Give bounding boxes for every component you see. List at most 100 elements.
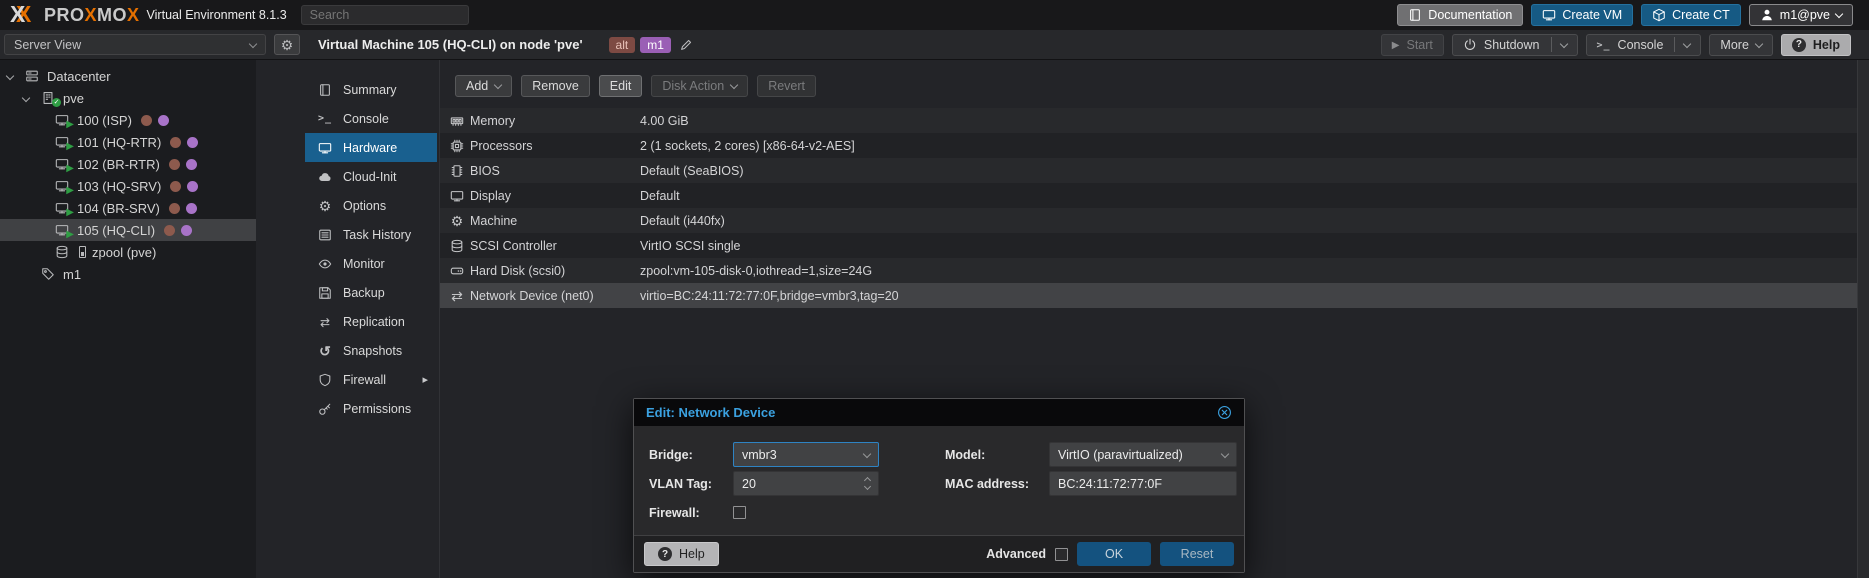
tab-firewall[interactable]: Firewall (305, 365, 437, 394)
book-icon (317, 83, 333, 97)
table-row-processors[interactable]: Processors 2 (1 sockets, 2 cores) [x86-6… (440, 133, 1857, 158)
tag-dot-m1 (158, 115, 169, 126)
tree-item-vm-100[interactable]: 100 (ISP) (0, 109, 256, 131)
tree-item-vm-105-selected[interactable]: 105 (HQ-CLI) (0, 219, 256, 241)
gear-icon (317, 199, 333, 213)
chevron-down-icon[interactable] (1683, 39, 1691, 47)
hdd-icon (444, 264, 470, 278)
running-icon (66, 182, 74, 196)
storage-usage-icon (79, 246, 86, 258)
settings-gear-button[interactable] (274, 34, 300, 55)
vm-nav-menu: Summary Console Hardware Cloud-Init Opti… (305, 60, 437, 423)
edit-tags-button[interactable] (679, 38, 693, 52)
table-row-scsi-controller[interactable]: SCSI Controller VirtIO SCSI single (440, 233, 1857, 258)
tag-dot-alt (164, 225, 175, 236)
chevron-down-icon[interactable] (1559, 39, 1567, 47)
tree-item-datacenter[interactable]: Datacenter (0, 65, 256, 87)
proxmox-logo-icon: X X (10, 3, 42, 27)
add-button[interactable]: Add (455, 75, 512, 97)
tree-item-vm-102[interactable]: 102 (BR-RTR) (0, 153, 256, 175)
bridge-combobox[interactable]: vmbr3 (733, 442, 879, 467)
node-icon (38, 91, 58, 105)
running-icon (66, 160, 74, 174)
ok-button[interactable]: OK (1077, 542, 1151, 566)
dialog-help-button[interactable]: Help (644, 542, 719, 566)
key-icon (317, 402, 333, 416)
tree-item-pve[interactable]: pve (0, 87, 256, 109)
create-vm-button[interactable]: Create VM (1531, 4, 1633, 26)
tab-options[interactable]: Options (305, 191, 437, 220)
question-icon (658, 547, 672, 561)
spinner-arrows-icon[interactable] (865, 478, 870, 489)
tab-task-history[interactable]: Task History (305, 220, 437, 249)
table-row-memory[interactable]: Memory 4.00 GiB (440, 108, 1857, 133)
tab-hardware-selected[interactable]: Hardware (305, 133, 437, 162)
submenu-arrow-icon (422, 373, 428, 386)
tab-replication[interactable]: Replication (305, 307, 437, 336)
history-icon (317, 344, 333, 358)
documentation-button[interactable]: Documentation (1397, 4, 1523, 26)
disk-action-button[interactable]: Disk Action (651, 75, 748, 97)
chevron-down-icon[interactable] (1221, 449, 1229, 457)
book-icon (1408, 8, 1422, 22)
tab-backup[interactable]: Backup (305, 278, 437, 307)
tag-badge-alt: alt (609, 37, 636, 53)
close-icon[interactable] (1217, 405, 1232, 420)
tree-item-vm-103[interactable]: 103 (HQ-SRV) (0, 175, 256, 197)
console-button[interactable]: Console (1586, 34, 1702, 56)
vertical-scrollbar[interactable] (1857, 60, 1869, 578)
tab-monitor[interactable]: Monitor (305, 249, 437, 278)
monitor-icon (444, 189, 470, 203)
revert-button[interactable]: Revert (757, 75, 816, 97)
table-row-network-device-selected[interactable]: Network Device (net0) virtio=BC:24:11:72… (440, 283, 1857, 308)
tree-item-vm-104[interactable]: 104 (BR-SRV) (0, 197, 256, 219)
datacenter-icon (22, 69, 42, 83)
vlan-tag-stepper[interactable]: 20 (733, 471, 879, 496)
tab-permissions[interactable]: Permissions (305, 394, 437, 423)
monitor-icon (1542, 8, 1556, 22)
advanced-checkbox[interactable] (1055, 548, 1068, 561)
tree-item-zpool[interactable]: zpool (pve) (0, 241, 256, 263)
table-row-hard-disk[interactable]: Hard Disk (scsi0) zpool:vm-105-disk-0,io… (440, 258, 1857, 283)
eye-icon (317, 257, 333, 271)
tab-snapshots[interactable]: Snapshots (305, 336, 437, 365)
create-ct-button[interactable]: Create CT (1641, 4, 1741, 26)
user-menu-button[interactable]: m1@pve (1749, 4, 1853, 26)
view-selector[interactable]: Server View (4, 34, 266, 55)
online-check-icon (52, 98, 61, 107)
tag-dot-m1 (187, 181, 198, 192)
more-button[interactable]: More (1709, 34, 1772, 56)
table-row-machine[interactable]: Machine Default (i440fx) (440, 208, 1857, 233)
expander-icon[interactable] (6, 72, 14, 80)
cogs-icon (444, 214, 470, 228)
vm-icon (52, 179, 72, 193)
model-combobox[interactable]: VirtIO (paravirtualized) (1049, 442, 1237, 467)
tree-item-vm-101[interactable]: 101 (HQ-RTR) (0, 131, 256, 153)
floppy-icon (317, 286, 333, 300)
tab-console[interactable]: Console (305, 104, 437, 133)
expander-icon[interactable] (22, 94, 30, 102)
user-icon (1760, 8, 1774, 22)
reset-button[interactable]: Reset (1160, 542, 1234, 566)
tab-summary[interactable]: Summary (305, 75, 437, 104)
table-row-display[interactable]: Display Default (440, 183, 1857, 208)
help-button[interactable]: Help (1781, 34, 1851, 56)
search-input[interactable] (301, 5, 469, 25)
shutdown-button[interactable]: Shutdown (1452, 34, 1578, 56)
firewall-checkbox[interactable] (733, 506, 746, 519)
tab-cloud-init[interactable]: Cloud-Init (305, 162, 437, 191)
tree-item-pool-m1[interactable]: m1 (0, 263, 256, 285)
network-arrows-icon (444, 289, 470, 303)
toolbar-row: Server View Virtual Machine 105 (HQ-CLI)… (0, 30, 1869, 60)
dialog-title-bar[interactable]: Edit: Network Device (634, 399, 1244, 426)
tag-dot-m1 (186, 159, 197, 170)
chevron-down-icon[interactable] (863, 449, 871, 457)
remove-button[interactable]: Remove (521, 75, 590, 97)
gear-icon (281, 38, 294, 52)
start-button[interactable]: Start (1381, 34, 1444, 56)
vm-icon (52, 135, 72, 149)
cpu-icon (444, 139, 470, 153)
mac-address-field[interactable]: BC:24:11:72:77:0F (1049, 471, 1237, 496)
table-row-bios[interactable]: BIOS Default (SeaBIOS) (440, 158, 1857, 183)
edit-button[interactable]: Edit (599, 75, 643, 97)
